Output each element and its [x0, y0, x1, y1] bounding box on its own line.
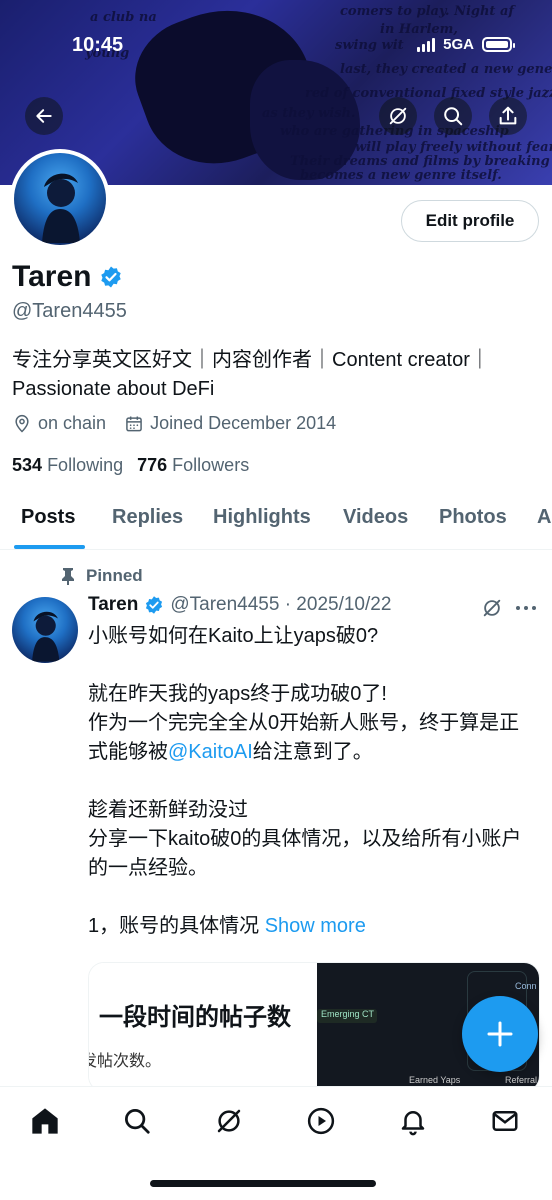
profile-name: Taren: [12, 260, 92, 293]
status-indicators: 5GA: [417, 36, 515, 53]
banner-text: as they wish.: [262, 106, 356, 121]
pin-icon: [62, 568, 74, 585]
post-text: 给注意到了。: [252, 741, 373, 763]
post-paragraph: 趁着还新鲜劲没过 分享一下kaito破0的具体情况，以及给所有小账户的一点经验。: [88, 796, 538, 883]
banner-text: a club na: [90, 10, 157, 25]
banner-text: last, they created a new generati: [340, 62, 552, 77]
cellular-signal-icon: [417, 37, 436, 52]
post-text: 分享一下kaito破0的具体情况，以及给所有小账户的一点经验。: [88, 828, 522, 879]
battery-icon: [482, 37, 515, 52]
banner-text: swing wit: [335, 38, 404, 53]
calendar-icon: [126, 416, 142, 431]
active-tab-indicator: [14, 545, 85, 549]
edit-profile-button[interactable]: Edit profile: [401, 200, 539, 242]
verified-badge-icon: [146, 596, 163, 614]
followers-count: 776: [137, 455, 168, 475]
nav-search[interactable]: [121, 1105, 153, 1137]
banner-text: becomes a new genre itself.: [300, 168, 502, 183]
search-icon: [444, 107, 463, 126]
tab-videos[interactable]: Videos: [343, 506, 408, 529]
media-subtitle: 发帖次数。: [88, 1053, 162, 1070]
search-button[interactable]: [434, 97, 472, 135]
media-tag: Emerging CT: [317, 1009, 377, 1023]
post-paragraph: 就在昨天我的yaps终于成功破0了! 作为一个完完全全从0开始新人账号，终于算是…: [88, 680, 538, 767]
post-body[interactable]: 小账号如何在Kaito上让yaps破0? 就在昨天我的yaps终于成功破0了! …: [88, 622, 538, 970]
video-play-icon: [307, 1107, 335, 1135]
pinned-label: Pinned: [86, 566, 143, 585]
more-options-icon[interactable]: [514, 604, 538, 612]
followers-link[interactable]: 776 Followers: [137, 455, 249, 476]
media-label: Earned Yaps: [409, 1075, 461, 1085]
plus-icon: [487, 1021, 513, 1047]
grok-button[interactable]: [379, 97, 417, 135]
post-paragraph: 1，账号的具体情况 Show more: [88, 912, 538, 941]
pinned-label-row: Pinned: [60, 566, 143, 586]
banner-text: will play freely without fear: [355, 140, 552, 155]
post-header: Taren @Taren4455 · 2025/10/22: [88, 594, 391, 616]
compose-post-button[interactable]: [462, 996, 538, 1072]
following-label: Following: [47, 455, 124, 475]
network-type: 5GA: [443, 36, 474, 53]
media-title: 一段时间的帖子数: [99, 1004, 291, 1031]
location-pin-icon: [15, 414, 29, 433]
envelope-icon: [492, 1111, 518, 1131]
nav-messages[interactable]: [489, 1105, 521, 1137]
profile-handle: @Taren4455: [12, 300, 127, 322]
grok-post-icon[interactable]: [481, 597, 503, 619]
post-author-avatar[interactable]: [12, 597, 78, 663]
followers-label: Followers: [172, 455, 250, 475]
tab-replies[interactable]: Replies: [112, 506, 183, 529]
share-icon: [499, 106, 517, 125]
search-icon: [125, 1109, 150, 1134]
back-arrow-icon: [36, 109, 52, 123]
banner-text: Their dreams and films by breaking tra: [290, 154, 552, 169]
grok-icon: [389, 107, 407, 125]
nav-grok[interactable]: [213, 1105, 245, 1137]
home-indicator: [150, 1180, 376, 1187]
following-count: 534: [12, 455, 43, 475]
profile-joined: Joined December 2014: [150, 413, 337, 433]
show-more-link[interactable]: Show more: [265, 915, 366, 937]
bell-icon: [401, 1111, 425, 1136]
profile-meta: on chain Joined December 2014: [12, 413, 336, 434]
profile-tabs: Posts Replies Highlights Videos Photos A: [0, 494, 552, 550]
profile-avatar[interactable]: [10, 149, 110, 249]
nav-home[interactable]: [29, 1105, 61, 1137]
avatar-image: [14, 153, 106, 245]
nav-notifications[interactable]: [397, 1105, 429, 1137]
banner-text: comers to play. Night af: [340, 4, 514, 19]
media-image-left: 一段时间的帖子数 发帖次数。: [88, 963, 317, 1091]
tab-posts[interactable]: Posts: [21, 506, 75, 529]
post-line: 小账号如何在Kaito上让yaps破0?: [88, 625, 379, 647]
post-text: 1，账号的具体情况: [88, 915, 260, 937]
grok-icon: [217, 1109, 241, 1133]
tab-highlights[interactable]: Highlights: [213, 506, 311, 529]
tab-articles[interactable]: A: [537, 506, 551, 529]
profile-name-row: Taren: [12, 260, 123, 294]
banner-text: in Harlem,: [380, 22, 458, 37]
mention-link[interactable]: @KaitoAI: [168, 741, 253, 763]
post-author-name[interactable]: Taren: [88, 594, 138, 616]
back-button[interactable]: [25, 97, 63, 135]
verified-badge-icon[interactable]: [99, 265, 123, 289]
tab-photos[interactable]: Photos: [439, 506, 507, 529]
share-button[interactable]: [489, 97, 527, 135]
media-label: Referral: [505, 1075, 538, 1085]
nav-video[interactable]: [305, 1105, 337, 1137]
status-time: 10:45: [72, 34, 124, 56]
post-handle-date: @Taren4455 · 2025/10/22: [170, 594, 392, 615]
post-text: 趁着还新鲜劲没过: [88, 799, 248, 821]
post-text: 就在昨天我的yaps终于成功破0了!: [88, 683, 387, 705]
follow-stats: 534 Following 776 Followers: [12, 455, 249, 476]
profile-bio: 专注分享英文区好文｜内容创作者｜Content creator｜Passiona…: [12, 349, 490, 400]
following-link[interactable]: 534 Following: [12, 455, 123, 476]
profile-location: on chain: [38, 413, 107, 433]
home-icon: [32, 1108, 58, 1134]
